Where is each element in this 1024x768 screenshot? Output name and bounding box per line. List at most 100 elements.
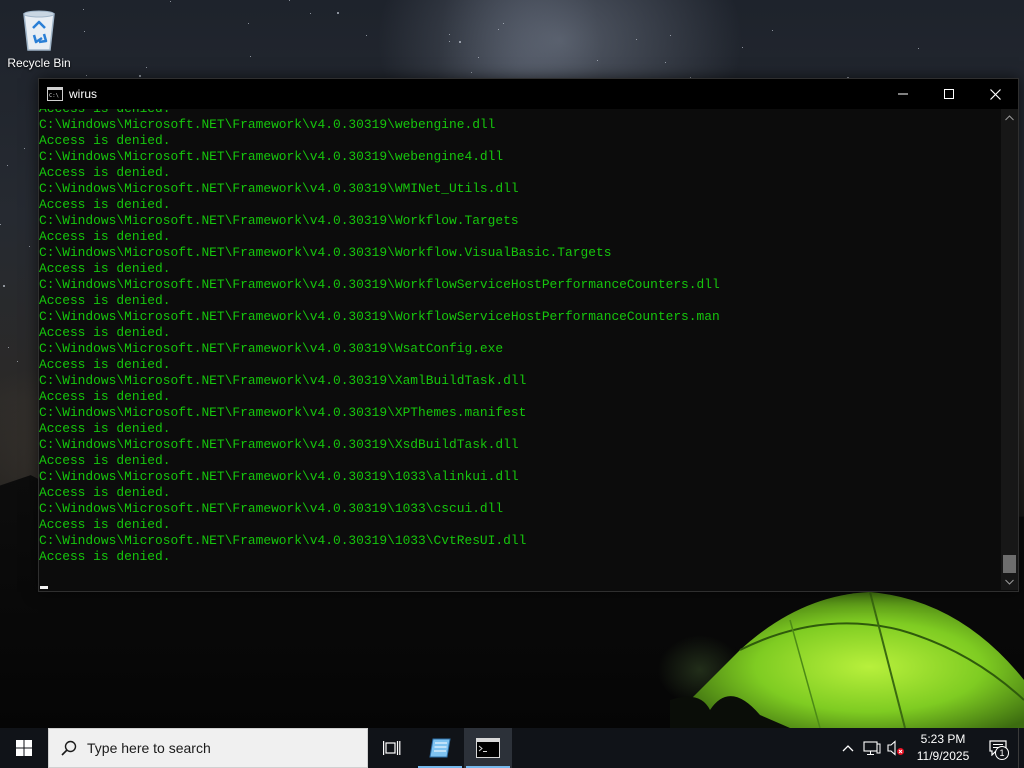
console-line: C:\Windows\Microsoft.NET\Framework\v4.0.… bbox=[39, 277, 720, 292]
taskbar-app-notepad[interactable] bbox=[416, 728, 464, 768]
action-center-button[interactable]: 1 bbox=[978, 728, 1018, 768]
notification-count-badge: 1 bbox=[995, 746, 1009, 760]
console-line: Access is denied. bbox=[39, 517, 171, 532]
star bbox=[337, 12, 339, 14]
volume-button[interactable] bbox=[884, 728, 908, 768]
network-button[interactable] bbox=[860, 728, 884, 768]
console-lines: Access is denied.C:\Windows\Microsoft.NE… bbox=[39, 109, 720, 565]
star bbox=[86, 75, 87, 76]
star bbox=[248, 23, 249, 24]
star bbox=[146, 67, 147, 68]
clock-date: 11/9/2025 bbox=[916, 749, 970, 763]
taskbar-clock[interactable]: 5:23 PM 11/9/2025 bbox=[908, 731, 978, 765]
recycle-bin-desktop-icon[interactable]: Recycle Bin bbox=[4, 6, 74, 76]
star bbox=[471, 72, 472, 73]
console-line: C:\Windows\Microsoft.NET\Framework\v4.0.… bbox=[39, 373, 527, 388]
system-tray: 5:23 PM 11/9/2025 1 bbox=[836, 728, 1024, 768]
console-line: Access is denied. bbox=[39, 109, 720, 117]
console-line: C:\Windows\Microsoft.NET\Framework\v4.0.… bbox=[39, 501, 504, 516]
chevron-up-icon bbox=[842, 745, 854, 752]
text-cursor bbox=[40, 586, 48, 589]
maximize-button[interactable] bbox=[926, 79, 972, 109]
star bbox=[478, 57, 479, 58]
search-icon bbox=[61, 740, 77, 756]
recycle-bin-label: Recycle Bin bbox=[7, 56, 71, 70]
star bbox=[772, 30, 773, 31]
scroll-up-button[interactable] bbox=[1001, 109, 1018, 126]
console-line: Access is denied. bbox=[39, 453, 171, 468]
star bbox=[597, 60, 598, 61]
star bbox=[449, 34, 450, 35]
chevron-up-icon bbox=[1005, 114, 1014, 120]
task-view-button[interactable] bbox=[368, 728, 416, 768]
console-line: Access is denied. bbox=[39, 421, 171, 436]
console-window[interactable]: C:\ wirus Access is denied.C:\Windows\Mi… bbox=[38, 78, 1019, 592]
console-line: Access is denied. bbox=[39, 549, 171, 564]
star bbox=[742, 47, 743, 48]
star bbox=[7, 165, 8, 166]
star bbox=[366, 35, 367, 36]
console-line: Access is denied. bbox=[39, 293, 171, 308]
star bbox=[310, 13, 311, 14]
console-line: Access is denied. bbox=[39, 229, 171, 244]
show-hidden-icons-button[interactable] bbox=[836, 728, 860, 768]
notepad-app-icon bbox=[429, 738, 451, 758]
console-line: C:\Windows\Microsoft.NET\Framework\v4.0.… bbox=[39, 149, 504, 164]
star bbox=[3, 285, 5, 287]
star bbox=[29, 246, 30, 247]
vertical-scrollbar[interactable] bbox=[1001, 109, 1018, 590]
recycle-bin-icon bbox=[23, 10, 55, 51]
star bbox=[636, 39, 637, 40]
star bbox=[665, 62, 666, 63]
console-line: C:\Windows\Microsoft.NET\Framework\v4.0.… bbox=[39, 181, 519, 196]
scroll-down-button[interactable] bbox=[1001, 573, 1018, 590]
close-icon bbox=[989, 88, 1001, 100]
console-line: Access is denied. bbox=[39, 261, 171, 276]
window-title: wirus bbox=[69, 87, 98, 101]
cmd-icon bbox=[476, 738, 500, 758]
volume-muted-icon bbox=[887, 740, 904, 756]
svg-text:C:\: C:\ bbox=[49, 93, 59, 99]
minimize-button[interactable] bbox=[880, 79, 926, 109]
star bbox=[250, 56, 251, 57]
console-line: Access is denied. bbox=[39, 485, 171, 500]
close-button[interactable] bbox=[972, 79, 1018, 109]
console-line: Access is denied. bbox=[39, 325, 171, 340]
star bbox=[0, 224, 1, 225]
star bbox=[84, 31, 85, 32]
star bbox=[918, 48, 919, 49]
console-line: C:\Windows\Microsoft.NET\Framework\v4.0.… bbox=[39, 341, 504, 356]
console-line: C:\Windows\Microsoft.NET\Framework\v4.0.… bbox=[39, 245, 612, 260]
star bbox=[17, 361, 18, 362]
minimize-icon bbox=[898, 93, 908, 95]
console-line: C:\Windows\Microsoft.NET\Framework\v4.0.… bbox=[39, 469, 519, 484]
console-line: C:\Windows\Microsoft.NET\Framework\v4.0.… bbox=[39, 213, 519, 228]
star bbox=[289, 0, 290, 1]
task-view-icon bbox=[383, 741, 401, 755]
show-desktop-button[interactable] bbox=[1018, 728, 1024, 768]
cmd-icon: C:\ bbox=[47, 87, 63, 101]
taskbar-search-box[interactable]: Type here to search bbox=[48, 728, 368, 768]
star bbox=[8, 347, 9, 348]
scrollbar-thumb[interactable] bbox=[1003, 555, 1016, 573]
console-line: C:\Windows\Microsoft.NET\Framework\v4.0.… bbox=[39, 117, 496, 132]
console-line: C:\Windows\Microsoft.NET\Framework\v4.0.… bbox=[39, 437, 519, 452]
star bbox=[170, 1, 171, 2]
taskbar-app-cmd[interactable] bbox=[464, 728, 512, 768]
star bbox=[670, 35, 671, 36]
tent-illustration bbox=[670, 591, 1024, 728]
window-titlebar[interactable]: C:\ wirus bbox=[39, 79, 1018, 109]
start-button[interactable] bbox=[0, 728, 48, 768]
console-line: Access is denied. bbox=[39, 389, 171, 404]
star bbox=[139, 75, 141, 77]
clock-time: 5:23 PM bbox=[920, 732, 966, 746]
console-line: C:\Windows\Microsoft.NET\Framework\v4.0.… bbox=[39, 405, 527, 420]
console-line: Access is denied. bbox=[39, 357, 171, 372]
console-output[interactable]: Access is denied.C:\Windows\Microsoft.NE… bbox=[39, 109, 1001, 590]
console-line: Access is denied. bbox=[39, 133, 171, 148]
star bbox=[24, 148, 25, 149]
maximize-icon bbox=[944, 89, 954, 99]
star bbox=[449, 41, 450, 42]
console-line: Access is denied. bbox=[39, 165, 171, 180]
windows-logo-icon bbox=[16, 740, 32, 756]
